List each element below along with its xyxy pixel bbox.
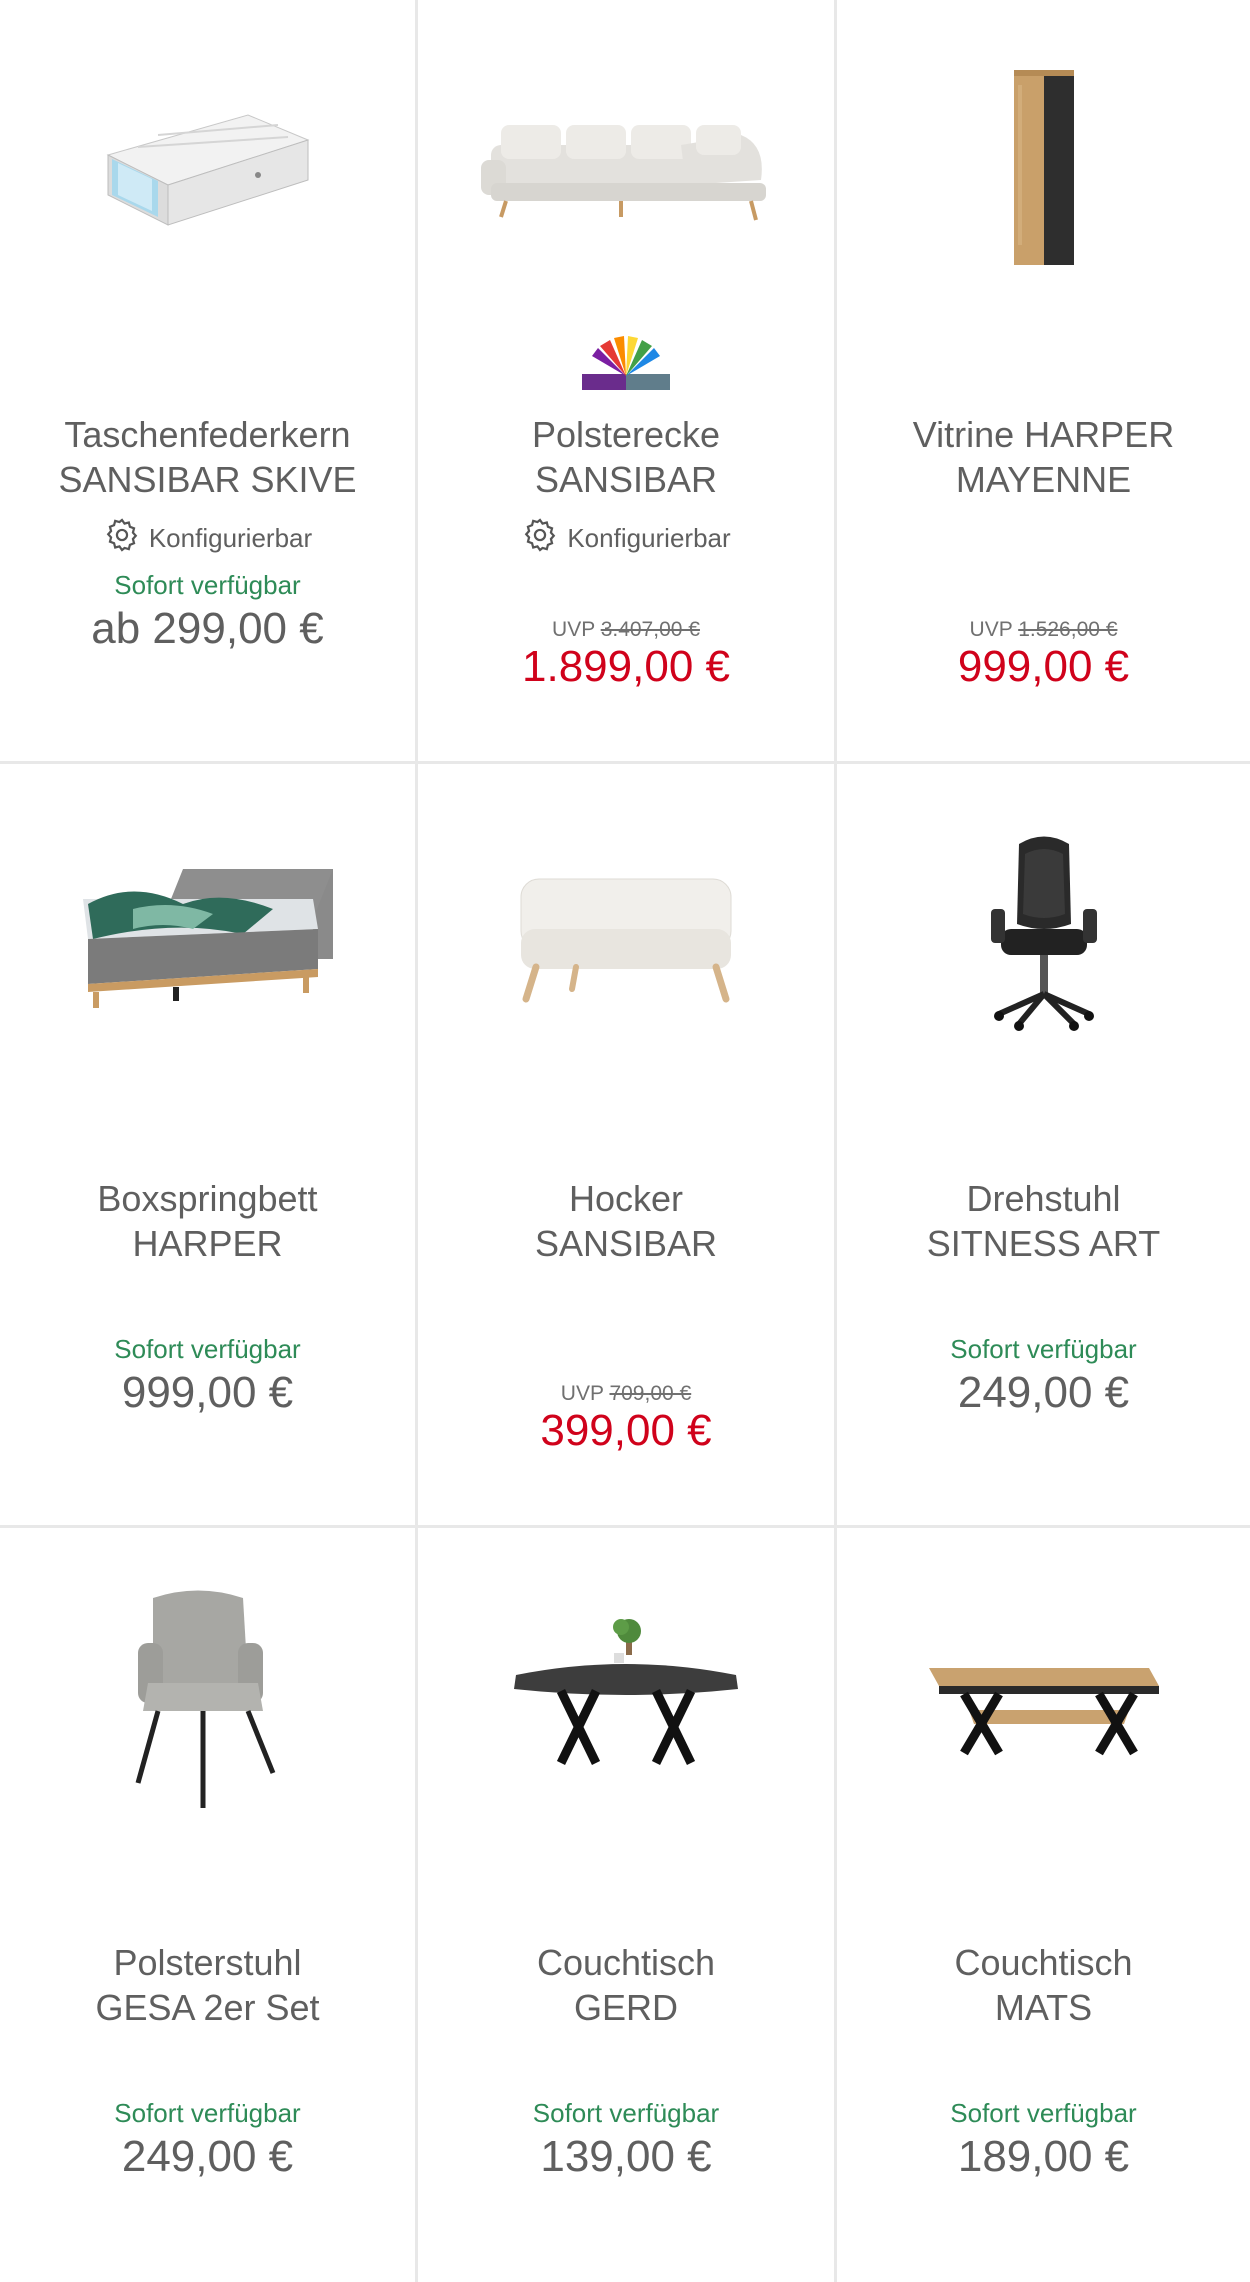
product-title[interactable]: Hocker SANSIBAR <box>442 1176 810 1266</box>
vitrine-cabinet-image[interactable] <box>837 40 1250 300</box>
gear-icon <box>521 516 559 561</box>
product-card-hocker[interactable]: Hocker SANSIBAR UVP 709,00 € 399,00 € <box>418 764 837 1528</box>
boxspring-bed-image[interactable] <box>0 804 415 1064</box>
stock-status: Sofort verfügbar <box>114 2098 301 2128</box>
product-card-polsterstuhl[interactable]: Polsterstuhl GESA 2er Set Sofort verfügb… <box>0 1528 418 2282</box>
product-card-taschenfederkern[interactable]: Taschenfederkern SANSIBAR SKIVE Konfigur… <box>0 0 418 764</box>
price: 999,00 € <box>121 1368 294 1417</box>
product-title[interactable]: Polsterstuhl GESA 2er Set <box>24 1940 391 2030</box>
price: 249,00 € <box>957 1368 1130 1417</box>
uvp-price: UVP 709,00 € <box>560 1382 692 1405</box>
product-card-couchtisch-mats[interactable]: Couchtisch MATS Sofort verfügbar 189,00 … <box>837 1528 1250 2282</box>
product-title[interactable]: Vitrine HARPER MAYENNE <box>861 412 1226 502</box>
uvp-price: UVP 3.407,00 € <box>552 618 700 641</box>
product-title[interactable]: Boxspringbett HARPER <box>24 1176 391 1266</box>
product-card-vitrine-harper[interactable]: Vitrine HARPER MAYENNE UVP 1.526,00 € 99… <box>837 0 1250 764</box>
upholstered-chair-image[interactable] <box>0 1568 415 1828</box>
uvp-price: UVP 1.526,00 € <box>969 618 1118 641</box>
product-card-couchtisch-gerd[interactable]: Couchtisch GERD Sofort verfügbar 139,00 … <box>418 1528 837 2282</box>
corner-sofa-image[interactable] <box>418 40 834 300</box>
product-title[interactable]: Couchtisch MATS <box>861 1940 1226 2030</box>
price: 139,00 € <box>540 2132 712 2181</box>
coffee-table-gerd-image[interactable] <box>418 1568 834 1828</box>
price: 189,00 € <box>957 2132 1130 2181</box>
coffee-table-mats-image[interactable] <box>837 1568 1250 1828</box>
configurable-label: Konfigurierbar <box>418 516 834 561</box>
stock-status: Sofort verfügbar <box>950 1334 1137 1364</box>
ottoman-image[interactable] <box>418 804 834 1064</box>
stock-status: Sofort verfügbar <box>532 2098 720 2128</box>
product-title[interactable]: Couchtisch GERD <box>442 1940 810 2030</box>
product-grid: Taschenfederkern SANSIBAR SKIVE Konfigur… <box>0 0 1250 2282</box>
gear-icon <box>103 516 141 561</box>
stock-status: Sofort verfügbar <box>950 2098 1137 2128</box>
product-card-polsterecke[interactable]: Polsterecke SANSIBAR Konfigurierbar UVP … <box>418 0 837 764</box>
price: 249,00 € <box>121 2132 294 2181</box>
sale-price: 1.899,00 € <box>522 642 730 691</box>
product-title[interactable]: Taschenfederkern SANSIBAR SKIVE <box>24 412 391 502</box>
product-card-boxspringbett[interactable]: Boxspringbett HARPER Sofort verfügbar 99… <box>0 764 418 1528</box>
stock-status: Sofort verfügbar <box>114 570 301 600</box>
sale-price: 399,00 € <box>540 1406 712 1455</box>
product-title[interactable]: Polsterecke SANSIBAR <box>442 412 810 502</box>
sale-price: 999,00 € <box>957 642 1130 691</box>
configurable-label: Konfigurierbar <box>0 516 415 561</box>
stock-status: Sofort verfügbar <box>114 1334 301 1364</box>
color-fan-icon <box>580 336 672 397</box>
office-chair-image[interactable] <box>837 804 1250 1064</box>
product-card-drehstuhl[interactable]: Drehstuhl SITNESS ART Sofort verfügbar 2… <box>837 764 1250 1528</box>
product-title[interactable]: Drehstuhl SITNESS ART <box>861 1176 1226 1266</box>
mattress-image[interactable] <box>0 40 415 300</box>
price: ab 299,00 € <box>91 604 324 653</box>
